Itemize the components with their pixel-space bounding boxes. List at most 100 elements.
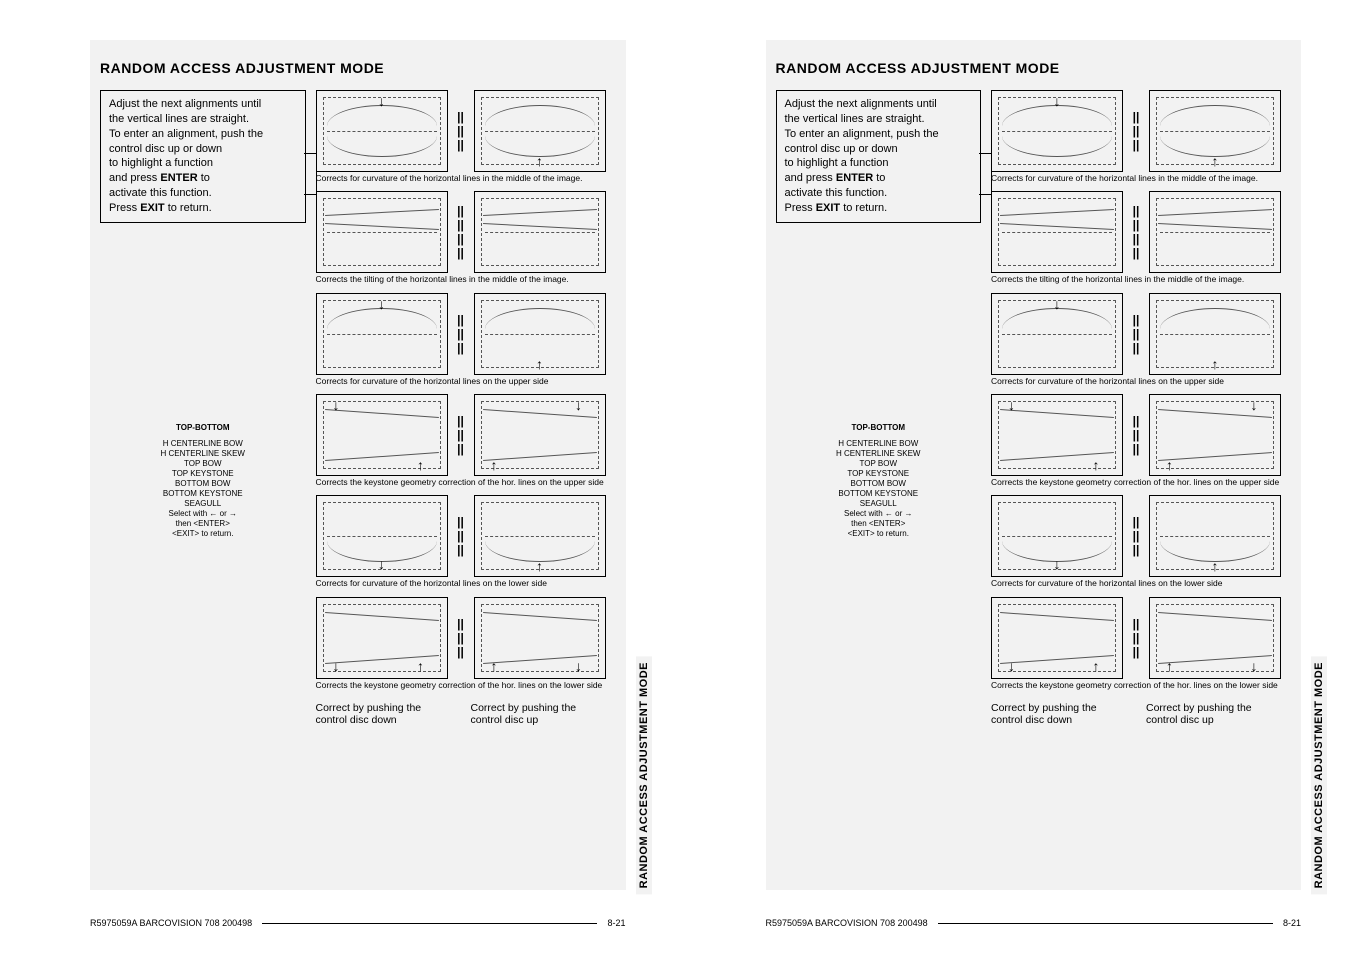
page-left: RANDOM ACCESS ADJUSTMENT MODE Adjust the… [0, 0, 676, 954]
diagram-box: ↓↑ [316, 394, 448, 476]
instr-line: to return. [840, 202, 887, 214]
separator-marks: |||||| [1129, 617, 1143, 659]
diagram-pair: ↓↑ |||||| ↑↓ [316, 597, 606, 679]
diagram-pair: ↓ |||||| ↑ [991, 293, 1281, 375]
separator-marks: |||||||| [1129, 204, 1143, 260]
diagram-pair: |||||||| [316, 191, 606, 273]
arrow-down-icon: ↓ [575, 658, 582, 674]
instr-line: Adjust the next alignments until [785, 98, 937, 110]
diagram-caption: Corrects for curvature of the horizontal… [316, 579, 606, 588]
diagram-box: ↓ [991, 495, 1123, 577]
menu-box: TOP-BOTTOM H CENTERLINE BOW H CENTERLINE… [100, 423, 306, 539]
diagram-box [316, 191, 448, 273]
right-column: ↓ |||||| ↑ Corrects for curvature of the… [991, 90, 1281, 726]
arrow-down-icon: ↓ [333, 658, 340, 674]
diagram-pair: ↓↑ |||||| ↑ ↓ [316, 394, 606, 476]
diagram-box: ↓ [991, 293, 1123, 375]
instr-line: activate this function. [785, 187, 888, 199]
diagram-box [1149, 191, 1281, 273]
instr-line: control disc up or down [785, 143, 898, 155]
menu-item: BOTTOM BOW [100, 479, 306, 489]
arrow-down-icon: ↓ [378, 93, 385, 109]
arrow-down-icon: ↓ [1008, 397, 1015, 413]
diagram-box: ↑ [474, 90, 606, 172]
diagram-box: ↓↑ [991, 394, 1123, 476]
side-label: RANDOM ACCESS ADJUSTMENT MODE [1311, 656, 1327, 894]
separator-marks: |||||| [1129, 515, 1143, 557]
menu-item: TOP BOW [100, 459, 306, 469]
instr-line: to [873, 172, 885, 184]
arrow-up-icon: ↑ [1212, 356, 1219, 372]
instr-line: and press [109, 172, 160, 184]
arrow-down-icon: ↓ [1054, 93, 1061, 109]
arrow-up-icon: ↑ [536, 356, 543, 372]
diagram-box: ↓ [316, 495, 448, 577]
menu-item: TOP KEYSTONE [776, 469, 982, 479]
separator-marks: |||||| [454, 110, 468, 152]
separator-marks: |||||| [454, 414, 468, 456]
diagram-pair: ↓↑ |||||| ↑↓ [991, 597, 1281, 679]
arrow-down-icon: ↓ [1054, 556, 1061, 572]
diagram-box: ↑ [1149, 90, 1281, 172]
diagram-row: |||||||| Corrects the tilting of the hor… [316, 191, 606, 288]
diagram-row: ↓ |||||| ↑ Corrects for curvature of the… [991, 495, 1281, 592]
menu-item: TOP KEYSTONE [100, 469, 306, 479]
diagram-box: ↓ [991, 90, 1123, 172]
arrow-up-icon: ↑ [491, 658, 498, 674]
menu-item: H CENTERLINE BOW [776, 439, 982, 449]
menu-hint: <EXIT> to return. [100, 529, 306, 539]
bottom-notes: Correct by pushing the control disc down… [316, 702, 606, 726]
note-left: Correct by pushing the control disc down [991, 702, 1126, 726]
instr-line: to [198, 172, 210, 184]
arrow-down-icon: ↓ [1251, 658, 1258, 674]
instr-line: To enter an alignment, push the [109, 128, 263, 140]
instr-exit: EXIT [816, 202, 840, 214]
instruction-box: Adjust the next alignments until the ver… [776, 90, 982, 223]
instr-line: Press [109, 202, 140, 214]
page-background: RANDOM ACCESS ADJUSTMENT MODE Adjust the… [766, 40, 1302, 890]
footer-doc-id: R5975059A BARCOVISION 708 200498 [90, 918, 252, 928]
diagram-box [991, 191, 1123, 273]
instr-line: Adjust the next alignments until [109, 98, 261, 110]
menu-item: BOTTOM KEYSTONE [100, 489, 306, 499]
note-right: Correct by pushing the control disc up [1146, 702, 1281, 726]
diagram-row: ↓↑ |||||| ↑↓ Corrects the keystone geome… [316, 394, 606, 491]
arrow-up-icon: ↑ [491, 457, 498, 473]
arrow-down-icon: ↓ [378, 556, 385, 572]
page-footer: R5975059A BARCOVISION 708 200498 8-21 [90, 918, 626, 928]
arrow-down-icon: ↓ [575, 397, 582, 413]
menu-hint: <EXIT> to return. [776, 529, 982, 539]
diagram-pair: ↓ |||||| ↑ [316, 495, 606, 577]
menu-item: TOP BOW [776, 459, 982, 469]
diagram-pair: |||||||| [991, 191, 1281, 273]
page-title: RANDOM ACCESS ADJUSTMENT MODE [100, 60, 606, 76]
diagram-row: ↓ |||||| ↑ Corrects for curvature of the… [316, 495, 606, 592]
bottom-notes: Correct by pushing the control disc down… [991, 702, 1281, 726]
arrow-up-icon: ↑ [417, 457, 424, 473]
diagram-box: ↑↓ [1149, 394, 1281, 476]
left-column: Adjust the next alignments until the ver… [100, 90, 306, 726]
footer-doc-id: R5975059A BARCOVISION 708 200498 [766, 918, 928, 928]
menu-box: TOP-BOTTOM H CENTERLINE BOW H CENTERLINE… [776, 423, 982, 539]
diagram-box: ↑ [1149, 293, 1281, 375]
separator-marks: |||||| [454, 313, 468, 355]
arrow-down-icon: ↓ [1054, 296, 1061, 312]
diagram-caption: Corrects the keystone geometry correctio… [316, 681, 606, 690]
instr-line: to highlight a function [785, 157, 889, 169]
footer-page-number: 8-21 [1283, 918, 1301, 928]
arrow-down-icon: ↓ [1008, 658, 1015, 674]
left-column: Adjust the next alignments until the ver… [776, 90, 982, 726]
diagram-box: ↑ [1149, 495, 1281, 577]
instr-line: activate this function. [109, 187, 212, 199]
arrow-up-icon: ↑ [1093, 658, 1100, 674]
menu-item: H CENTERLINE SKEW [776, 449, 982, 459]
diagram-caption: Corrects for curvature of the horizontal… [991, 579, 1281, 588]
arrow-up-icon: ↑ [417, 658, 424, 674]
diagram-row: ↓ |||||| ↑ Corrects for curvature of the… [991, 293, 1281, 390]
diagram-caption: Corrects for curvature of the horizontal… [991, 174, 1281, 183]
arrow-up-icon: ↑ [536, 558, 543, 574]
instruction-box: Adjust the next alignments until the ver… [100, 90, 306, 223]
menu-item: BOTTOM KEYSTONE [776, 489, 982, 499]
diagram-box: ↓↑ [316, 597, 448, 679]
page-title: RANDOM ACCESS ADJUSTMENT MODE [776, 60, 1282, 76]
